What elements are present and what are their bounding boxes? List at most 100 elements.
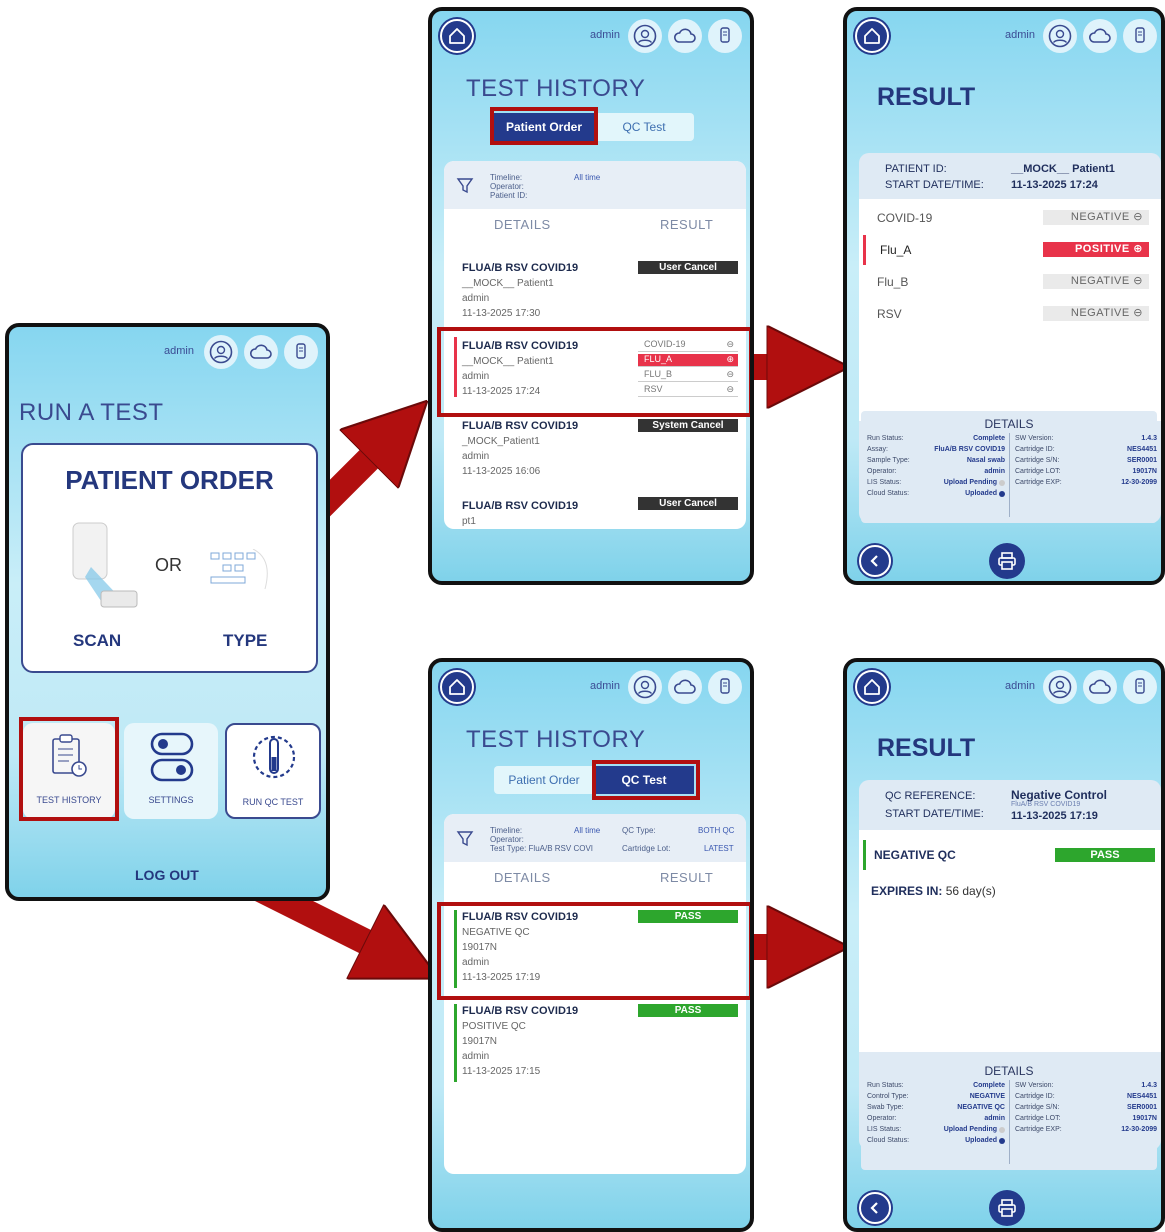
- details-divider: [1009, 433, 1010, 517]
- detail-value: Complete: [973, 1082, 1005, 1089]
- home-button[interactable]: [440, 19, 474, 53]
- detail-key: Run Status:: [867, 435, 904, 442]
- home-button[interactable]: [855, 19, 889, 53]
- filter-qctype-key: QC Type:: [622, 826, 656, 835]
- qc-result-row: NEGATIVE QC PASS: [863, 840, 1157, 870]
- col-details-header: DETAILS: [494, 217, 551, 232]
- lis-plug-icon[interactable]: [708, 19, 742, 53]
- detail-key: LIS Status:: [867, 1126, 902, 1133]
- logout-button[interactable]: LOG OUT: [135, 867, 199, 883]
- detail-key: Cartridge EXP:: [1015, 1126, 1062, 1133]
- patient-id-value: __MOCK__ Patient1: [1011, 163, 1115, 175]
- row-patient: __MOCK__ Patient1: [462, 278, 554, 289]
- expires-value: 56 day(s): [945, 884, 996, 898]
- expires-line: EXPIRES IN: 56 day(s): [871, 884, 996, 898]
- lis-plug-icon[interactable]: [284, 335, 318, 369]
- detail-value: admin: [984, 1115, 1005, 1122]
- row-assay: FLUA/B RSV COVID19: [462, 1005, 579, 1017]
- detail-key: Cartridge ID:: [1015, 446, 1055, 453]
- detail-value: Uploaded: [965, 490, 997, 497]
- page-title: RUN A TEST: [19, 399, 164, 426]
- user-icon[interactable]: [628, 19, 662, 53]
- detail-value: 19017N: [1132, 468, 1157, 475]
- detail-key: Cartridge LOT:: [1015, 1115, 1061, 1122]
- qc-reference-label: QC REFERENCE:: [885, 790, 976, 802]
- type-label: TYPE: [223, 631, 268, 650]
- detail-value: NES4451: [1127, 1093, 1157, 1100]
- filter-timeline-value: All time: [574, 826, 601, 835]
- back-button[interactable]: [859, 545, 891, 577]
- row-date: 11-13-2025 17:15: [462, 1066, 541, 1077]
- detail-key: Cartridge LOT:: [1015, 468, 1061, 475]
- lis-plug-icon[interactable]: [1123, 19, 1157, 53]
- pass-badge: PASS: [1055, 848, 1155, 862]
- cloud-status-dot: [999, 1138, 1005, 1144]
- result-row-covid: COVID-19 NEGATIVE ⊖: [863, 203, 1157, 233]
- cloud-icon[interactable]: [668, 19, 702, 53]
- detail-value: 12-30-2099: [1121, 479, 1157, 486]
- annotation-test-history-box: [19, 717, 119, 821]
- print-button[interactable]: [989, 1190, 1025, 1226]
- tab-qc-test[interactable]: QC Test: [594, 113, 694, 141]
- page-title: TEST HISTORY: [466, 726, 646, 753]
- user-icon[interactable]: [1043, 670, 1077, 704]
- targets-list: COVID-19 NEGATIVE ⊖ Flu_A POSITIVE ⊕ Flu_B…: [859, 199, 1161, 421]
- filter-bar[interactable]: Timeline: All time Operator: Patient ID:: [444, 161, 746, 209]
- detail-key: Run Status:: [867, 1082, 904, 1089]
- user-icon[interactable]: [204, 335, 238, 369]
- cloud-icon[interactable]: [1083, 670, 1117, 704]
- detail-value: Upload Pending: [943, 479, 997, 486]
- qc-result-body: NEGATIVE QC PASS EXPIRES IN: 56 day(s): [859, 830, 1161, 1052]
- detail-value: FluA/B RSV COVID19: [934, 446, 1005, 453]
- cloud-icon[interactable]: [1083, 19, 1117, 53]
- print-button[interactable]: [989, 543, 1025, 579]
- filter-lot-key: Cartridge Lot:: [622, 844, 671, 853]
- annotation-selected-qc-row-box: [437, 902, 750, 1000]
- cloud-icon[interactable]: [668, 670, 702, 704]
- user-name: admin: [590, 29, 620, 41]
- lis-plug-icon[interactable]: [1123, 670, 1157, 704]
- result-row-rsv: RSV NEGATIVE ⊖: [863, 299, 1157, 329]
- patient-id-label: PATIENT ID:: [885, 163, 947, 175]
- detail-value: Uploaded: [965, 1137, 997, 1144]
- back-button[interactable]: [859, 1192, 891, 1224]
- status-badge: User Cancel: [638, 261, 738, 274]
- tab-patient-order[interactable]: Patient Order: [494, 766, 594, 794]
- home-button[interactable]: [855, 670, 889, 704]
- filter-icon: [456, 178, 474, 194]
- row-user: admin: [462, 1051, 490, 1062]
- patient-order-title: PATIENT ORDER: [65, 465, 274, 495]
- start-datetime-label: START DATE/TIME:: [885, 179, 984, 191]
- user-icon[interactable]: [628, 670, 662, 704]
- tile-settings-label: SETTINGS: [148, 795, 194, 805]
- tile-run-qc-test[interactable]: RUN QC TEST: [225, 723, 321, 819]
- home-button[interactable]: [440, 670, 474, 704]
- detail-value: SER0001: [1127, 457, 1157, 464]
- start-datetime-label: START DATE/TIME:: [885, 808, 984, 820]
- toggles-icon: [150, 732, 194, 782]
- detail-value: 1.4.3: [1141, 435, 1157, 442]
- tile-settings[interactable]: SETTINGS: [124, 723, 218, 819]
- detail-value: 1.4.3: [1141, 1082, 1157, 1089]
- history-row[interactable]: FLUA/B RSV COVID19 POSITIVE QC 19017N ad…: [462, 1004, 662, 1079]
- detail-key: SW Version:: [1015, 1082, 1054, 1089]
- row-assay: FLUA/B RSV COVID19: [462, 500, 579, 512]
- detail-value: 19017N: [1132, 1115, 1157, 1122]
- result-patient-screen: admin RESULT PATIENT ID: __MOCK__ Patien…: [843, 7, 1165, 585]
- user-name: admin: [1005, 29, 1035, 41]
- detail-key: LIS Status:: [867, 479, 902, 486]
- col-result-header: RESULT: [660, 870, 714, 885]
- filter-bar[interactable]: Timeline: All time QC Type: BOTH QC Oper…: [444, 814, 746, 862]
- detail-value: NES4451: [1127, 446, 1157, 453]
- cloud-icon[interactable]: [244, 335, 278, 369]
- user-icon[interactable]: [1043, 19, 1077, 53]
- filter-patient-key: Patient ID:: [490, 191, 528, 200]
- filter-operator-key: Operator:: [490, 182, 524, 191]
- filter-timeline-value: All time: [574, 173, 601, 182]
- col-result-header: RESULT: [660, 217, 714, 232]
- row-user: admin: [462, 293, 490, 304]
- patient-order-card[interactable]: PATIENT ORDER OR SCAN TYPE: [21, 443, 318, 673]
- filter-testtype-key: Test Type: FluA/B RSV COVI: [490, 844, 593, 853]
- details-section: DETAILS Run Status: Complete Assay: FluA/B…: [861, 411, 1157, 523]
- lis-plug-icon[interactable]: [708, 670, 742, 704]
